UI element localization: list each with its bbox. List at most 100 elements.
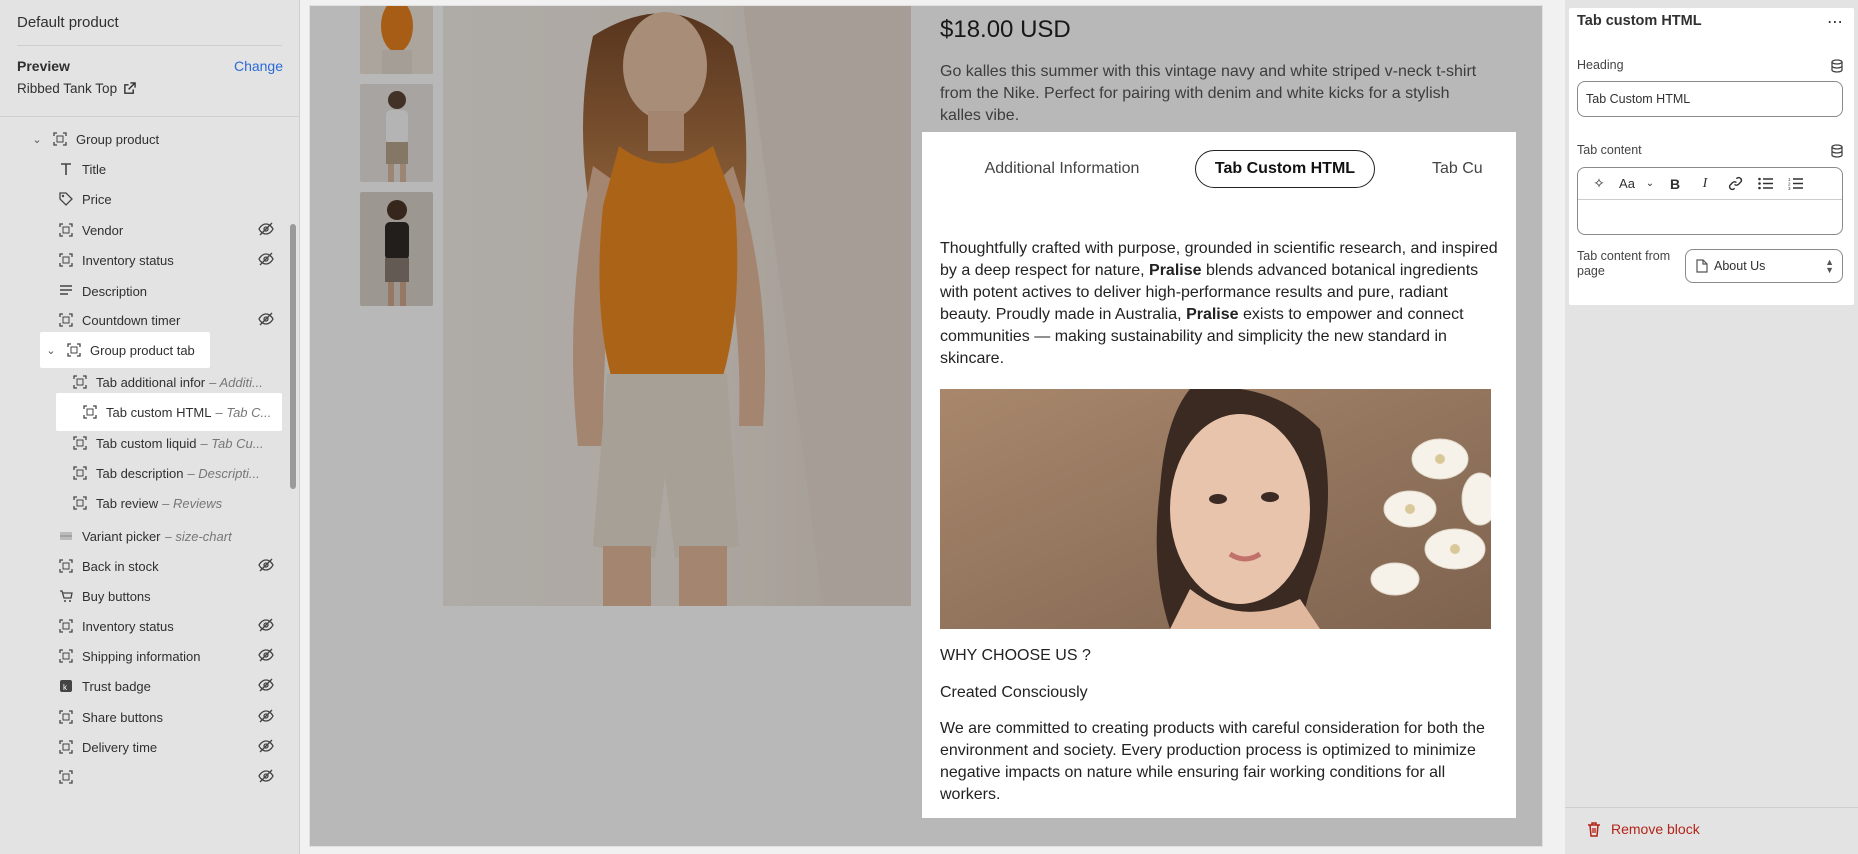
tree-item[interactable]: ⌄ Group product	[30, 124, 288, 154]
page-select-value: About Us	[1714, 259, 1766, 273]
tree-item[interactable]: Tab description – Descripti...	[72, 458, 288, 488]
magic-format-icon[interactable]: ✧	[1584, 175, 1614, 192]
settings-panel: Tab custom HTML ⋯ Heading Tab Custom HTM…	[1565, 0, 1858, 854]
dynamic-source-icon[interactable]	[1830, 59, 1844, 73]
preview-label: Preview	[17, 58, 70, 74]
brand-name: Pralise	[1149, 262, 1202, 279]
preview-product[interactable]: Ribbed Tank Top	[17, 81, 136, 96]
tree-item[interactable]: Price	[58, 184, 288, 214]
chevron-down-icon[interactable]: ⌄	[30, 133, 44, 146]
eye-hidden-icon[interactable]	[258, 558, 274, 575]
tree-item[interactable]: Tab custom liquid – Tab Cu...	[72, 428, 288, 458]
italic-icon[interactable]: I	[1690, 176, 1720, 192]
tab-content-image	[940, 389, 1491, 629]
page-select[interactable]: About Us ▲ ▼	[1685, 249, 1843, 283]
eye-hidden-icon[interactable]	[258, 222, 274, 239]
link-icon[interactable]	[1720, 176, 1750, 191]
tree-item[interactable]: Shipping information	[58, 641, 288, 671]
tree-item[interactable]: k Trust badge	[58, 671, 288, 701]
product-thumbnail[interactable]	[360, 192, 433, 306]
bold-icon[interactable]: B	[1660, 176, 1690, 192]
bullet-list-icon[interactable]	[1750, 177, 1780, 190]
tree-item[interactable]: Variant picker – size-chart	[58, 521, 288, 551]
trash-icon	[1588, 821, 1600, 837]
eye-hidden-icon[interactable]	[258, 709, 274, 726]
tree-item[interactable]: Share buttons	[58, 702, 288, 732]
tree-item-label: Tab custom liquid	[96, 435, 197, 451]
product-main-image[interactable]	[443, 6, 911, 606]
product-thumbnail[interactable]	[360, 6, 433, 74]
tree-item-label: Group product tab	[90, 342, 195, 358]
tab-custom-html[interactable]: Tab Custom HTML	[1195, 150, 1375, 188]
product-description: Go kalles this summer with this vintage …	[940, 63, 1477, 124]
tree-item-label: Buy buttons	[82, 588, 151, 604]
tree-item[interactable]: Vendor	[58, 215, 288, 245]
numbered-list-icon[interactable]: 123	[1780, 177, 1810, 190]
tree-item-label: Share buttons	[82, 709, 163, 725]
change-preview-link[interactable]: Change	[234, 58, 283, 74]
block-icon	[58, 312, 74, 328]
block-icon	[58, 222, 74, 238]
variant-icon	[58, 528, 74, 544]
tree-item[interactable]: Delivery time	[58, 732, 288, 762]
more-options-button[interactable]: ⋯	[1827, 12, 1844, 32]
eye-hidden-icon[interactable]	[258, 739, 274, 756]
product-thumbnail[interactable]	[360, 84, 433, 182]
tree-item-sublabel: – Reviews	[162, 495, 223, 511]
dynamic-source-icon[interactable]	[1830, 144, 1844, 158]
block-icon	[72, 435, 88, 451]
tab-additional-information[interactable]: Additional Information	[962, 150, 1162, 188]
tree-item-label: Group product	[76, 131, 160, 147]
block-icon	[58, 709, 74, 725]
remove-block-button[interactable]: Remove block	[1587, 821, 1700, 837]
tab-block-preview[interactable]: Additional Information Tab Custom HTML T…	[922, 132, 1516, 818]
tree-item-label: Shipping information	[82, 648, 201, 664]
divider	[1565, 807, 1858, 808]
tree-item-label: Title	[82, 161, 107, 177]
tree-item[interactable]: Back in stock	[58, 551, 288, 581]
tree-item[interactable]: Inventory status	[58, 245, 288, 275]
chevron-down-icon[interactable]: ⌄	[44, 344, 58, 357]
tree-item[interactable]: Buy buttons	[58, 581, 288, 611]
eye-hidden-icon[interactable]	[258, 769, 274, 786]
block-icon	[58, 558, 74, 574]
eye-hidden-icon[interactable]	[258, 252, 274, 269]
tab-content-editor[interactable]: ✧ Aa ⌄ B I 123	[1577, 167, 1843, 235]
sidebar-scrollbar[interactable]	[290, 224, 296, 489]
divider	[0, 116, 299, 117]
tree-item[interactable]: Description	[58, 276, 288, 306]
tree-item[interactable]: Title	[58, 154, 288, 184]
block-icon	[82, 404, 98, 420]
tree-item-label: Tab description	[96, 465, 184, 481]
remove-block-label: Remove block	[1611, 821, 1700, 837]
tree-item-label: Delivery time	[82, 739, 158, 755]
created-consciously-heading: Created Consciously	[940, 684, 1088, 701]
tree-item-label: Variant picker	[82, 528, 161, 544]
block-icon	[66, 342, 82, 358]
external-link-icon[interactable]	[123, 82, 136, 95]
tree-item[interactable]: Tab custom HTML – Tab C...	[56, 393, 282, 431]
title-icon	[58, 161, 74, 177]
tree-item[interactable]: Countdown timer	[58, 305, 288, 335]
block-icon	[58, 739, 74, 755]
tab-custom-liquid[interactable]: Tab Cu	[1422, 150, 1516, 188]
tree-item[interactable]: ⌄ Group product tab	[40, 332, 210, 368]
eye-hidden-icon[interactable]	[258, 618, 274, 635]
chevron-down-icon[interactable]: ⌄	[1640, 178, 1660, 189]
select-arrows-icon: ▲ ▼	[1825, 257, 1834, 275]
why-choose-heading: WHY CHOOSE US ?	[940, 647, 1091, 664]
sidebar: Default product Preview Change Ribbed Ta…	[0, 0, 300, 854]
tree-item[interactable]: Tab review – Reviews	[72, 488, 288, 518]
eye-hidden-icon[interactable]	[258, 648, 274, 665]
text-lines-icon	[58, 283, 74, 299]
svg-text:3: 3	[1788, 186, 1791, 190]
cart-icon	[58, 588, 74, 604]
eye-hidden-icon[interactable]	[258, 678, 274, 695]
tree-item-label: Inventory status	[82, 252, 174, 268]
tree-item[interactable]	[58, 762, 288, 792]
heading-input[interactable]: Tab Custom HTML	[1577, 81, 1843, 117]
text-style-icon[interactable]: Aa	[1614, 176, 1640, 191]
tree-item-sublabel: – Tab C...	[215, 404, 272, 420]
eye-hidden-icon[interactable]	[258, 312, 274, 329]
tree-item[interactable]: Inventory status	[58, 611, 288, 641]
